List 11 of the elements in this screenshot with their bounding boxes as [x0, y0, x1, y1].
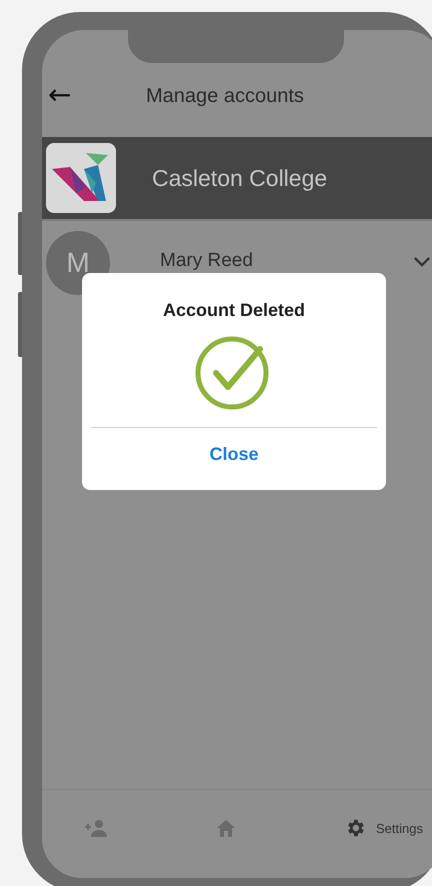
chevron-down-icon[interactable]: [413, 256, 431, 266]
settings-button[interactable]: Settings: [344, 817, 423, 839]
close-button[interactable]: Close: [199, 442, 269, 467]
dialog-title: Account Deleted: [162, 300, 306, 321]
page-title: Manage accounts: [146, 84, 304, 108]
account-row[interactable]: Casleton College: [42, 137, 432, 221]
back-button[interactable]: ←: [42, 78, 132, 114]
account-name: Casleton College: [152, 164, 328, 192]
add-person-icon[interactable]: [84, 819, 108, 837]
account-name: Mary Reed: [160, 250, 254, 272]
college-logo-icon: [46, 143, 116, 213]
